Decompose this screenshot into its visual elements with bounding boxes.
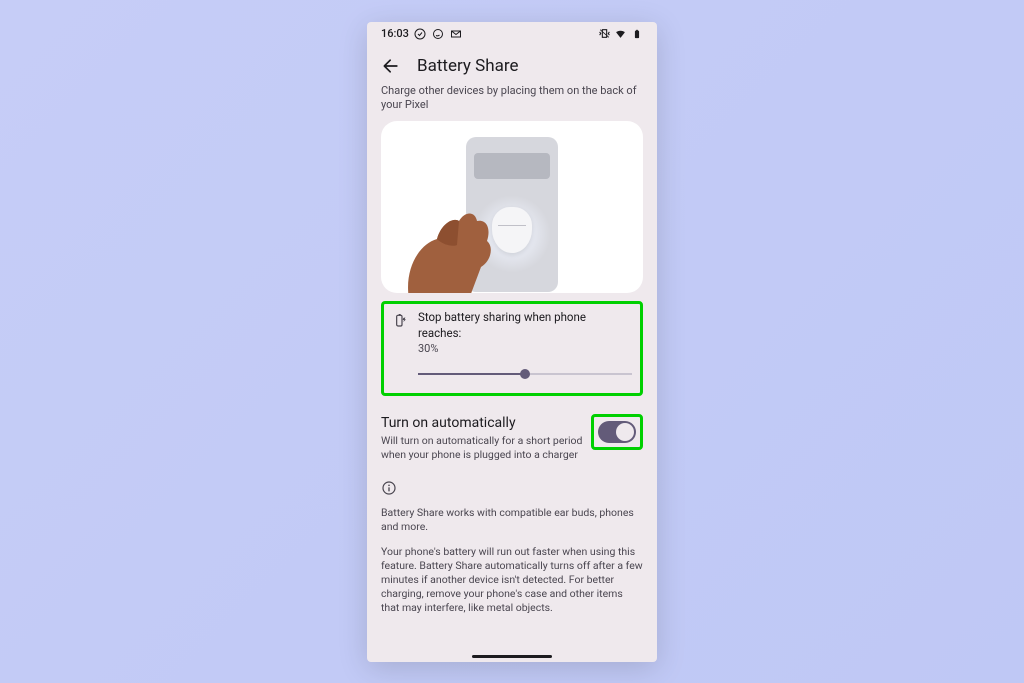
- auto-on-section: Turn on automatically Will turn on autom…: [381, 414, 643, 462]
- page-description: Charge other devices by placing them on …: [381, 84, 643, 114]
- info-paragraph-1: Battery Share works with compatible ear …: [381, 506, 643, 534]
- slider-thumb[interactable]: [520, 369, 530, 379]
- whatsapp-icon: [432, 27, 445, 40]
- back-arrow-icon[interactable]: [381, 56, 401, 76]
- page-content: Charge other devices by placing them on …: [367, 84, 657, 649]
- status-right: [598, 27, 643, 40]
- gmail-icon: [450, 27, 463, 40]
- battery-threshold-section: Stop battery sharing when phone reaches:…: [381, 301, 643, 396]
- status-left: 16:03: [381, 27, 463, 40]
- illustration-card: [381, 121, 643, 293]
- vibrate-icon: [598, 27, 611, 40]
- hand-illustration: [399, 189, 509, 293]
- toggle-highlight-box: [591, 414, 643, 450]
- info-icon: [381, 480, 397, 496]
- page-header: Battery Share: [367, 46, 657, 84]
- camera-bar-illustration: [474, 153, 550, 179]
- status-bar: 16:03: [367, 22, 657, 46]
- page-title: Battery Share: [417, 56, 518, 76]
- battery-share-icon: [392, 312, 408, 328]
- battery-icon: [630, 27, 643, 40]
- auto-on-toggle[interactable]: [598, 421, 636, 443]
- info-paragraph-2: Your phone's battery will run out faster…: [381, 545, 643, 616]
- toggle-knob: [616, 423, 634, 441]
- battery-threshold-slider[interactable]: [418, 367, 632, 381]
- phone-frame: 16:03 Battery Share: [367, 22, 657, 662]
- gesture-nav-bar[interactable]: [472, 655, 552, 658]
- slider-label: Stop battery sharing when phone reaches:: [418, 310, 632, 341]
- slider-track-fill: [418, 373, 525, 375]
- status-time: 16:03: [381, 27, 409, 40]
- slider-value: 30%: [418, 342, 632, 357]
- auto-on-title: Turn on automatically: [381, 414, 583, 433]
- check-circle-icon: [414, 27, 427, 40]
- auto-on-text: Turn on automatically Will turn on autom…: [381, 414, 583, 462]
- auto-on-subtitle: Will turn on automatically for a short p…: [381, 434, 583, 462]
- wifi-icon: [614, 27, 627, 40]
- slider-text-group: Stop battery sharing when phone reaches:…: [418, 310, 632, 381]
